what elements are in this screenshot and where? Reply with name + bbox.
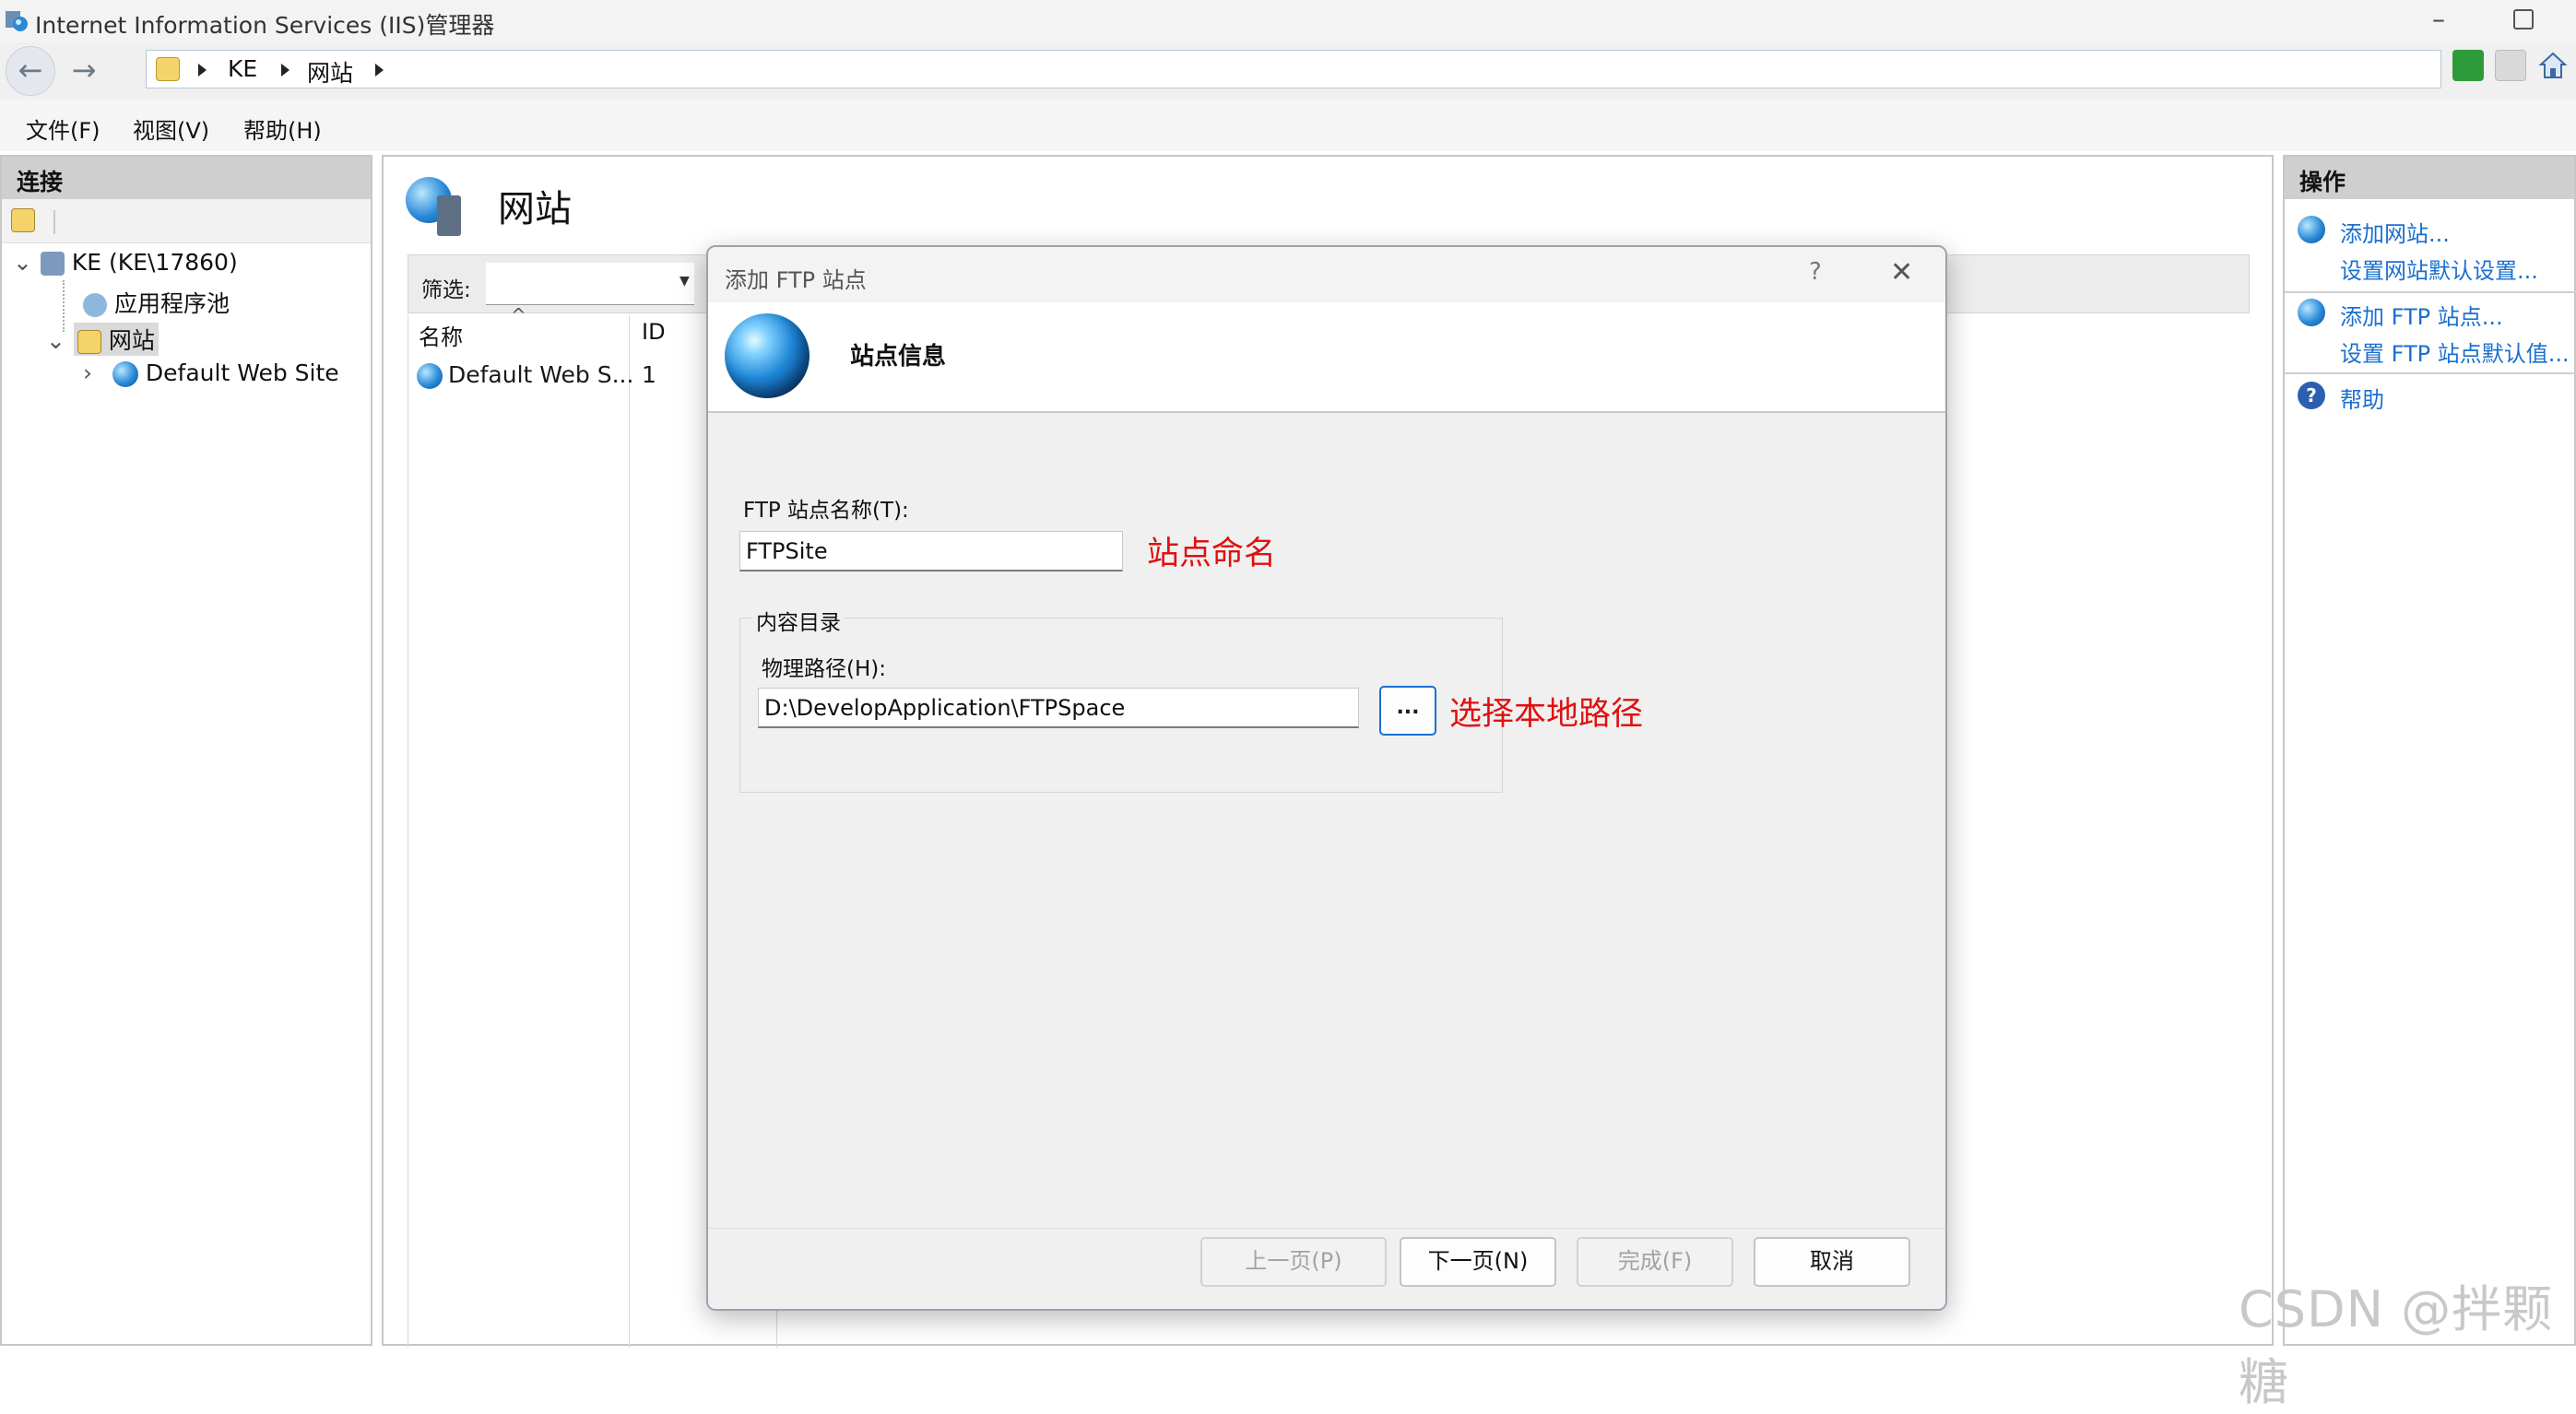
- stop-icon[interactable]: [2495, 50, 2526, 81]
- row-site-id: 1: [642, 361, 656, 388]
- website-globe-icon: [417, 363, 443, 389]
- dialog-title: 添加 FTP 站点: [725, 267, 867, 293]
- browse-button[interactable]: ...: [1379, 686, 1436, 736]
- iis-app-icon: [6, 11, 28, 31]
- action-add-ftp-site[interactable]: 添加 FTP 站点...: [2340, 299, 2503, 331]
- column-header-id[interactable]: ID: [642, 319, 666, 345]
- restore-button[interactable]: [2513, 9, 2534, 29]
- website-globe-icon: [112, 361, 138, 387]
- tree-sites-label: 网站: [108, 327, 155, 354]
- connections-header: 连接: [2, 157, 371, 199]
- websites-header-icon: [406, 177, 467, 238]
- app-pool-icon: [83, 293, 107, 317]
- connections-toolbar: [2, 199, 371, 243]
- window-title: Internet Information Services (IIS)管理器: [35, 12, 495, 39]
- annotation-site-name: 站点命名: [1147, 536, 1277, 572]
- finish-button[interactable]: 完成(F): [1577, 1237, 1733, 1287]
- actions-panel: 操作 添加网站... 设置网站默认设置... 添加 FTP 站点... 设置 F…: [2283, 155, 2576, 1346]
- refresh-connection-icon[interactable]: [2452, 50, 2484, 81]
- chevron-right-icon: ›: [83, 359, 92, 386]
- home-icon[interactable]: [2537, 50, 2569, 81]
- watermark-text: CSDN @拌颗糖: [2239, 1280, 2554, 1411]
- forward-arrow-icon: →: [71, 53, 97, 88]
- sort-ascending-icon: ^: [511, 304, 526, 326]
- dialog-title-bar: 添加 FTP 站点 ? ✕: [708, 247, 1945, 302]
- action-help[interactable]: 帮助: [2340, 382, 2384, 414]
- column-header-name[interactable]: 名称: [419, 319, 463, 351]
- filter-dropdown-icon[interactable]: ▼: [679, 274, 690, 289]
- row-site-name: Default Web S...: [448, 361, 634, 388]
- physical-path-label: 物理路径(H):: [762, 657, 886, 681]
- add-ftp-site-icon: [2298, 299, 2325, 326]
- dialog-help-button[interactable]: ?: [1809, 258, 1822, 286]
- next-button[interactable]: 下一页(N): [1400, 1237, 1556, 1287]
- filter-input[interactable]: [486, 263, 694, 305]
- column-divider: [629, 315, 630, 1348]
- sites-folder-icon: [77, 330, 101, 354]
- breadcrumb-ke[interactable]: KE: [228, 55, 257, 82]
- physical-path-input[interactable]: D:\DevelopApplication\FTPSpace: [758, 688, 1359, 728]
- breadcrumb-separator-icon: [375, 64, 384, 77]
- actions-divider: [2285, 291, 2576, 293]
- dialog-banner: 站点信息: [708, 302, 1945, 413]
- chevron-down-icon: ⌄: [13, 249, 32, 276]
- menu-view[interactable]: 视图(V): [133, 112, 209, 145]
- menu-bar: 文件(F) 视图(V) 帮助(H): [0, 100, 2576, 151]
- forward-button[interactable]: →: [59, 46, 109, 96]
- server-icon: [40, 252, 65, 276]
- content-directory-legend: 内容目录: [752, 605, 845, 636]
- site-name-label: FTP 站点名称(T):: [743, 499, 909, 523]
- tree-default-site-label: Default Web Site: [145, 359, 339, 386]
- back-button[interactable]: ←: [6, 46, 55, 96]
- tree-app-pools-label: 应用程序池: [113, 290, 230, 317]
- dialog-close-button[interactable]: ✕: [1890, 256, 1913, 289]
- action-set-website-defaults[interactable]: 设置网站默认设置...: [2340, 253, 2538, 285]
- actions-header: 操作: [2285, 157, 2574, 199]
- chevron-down-icon: ⌄: [46, 327, 65, 354]
- action-set-ftp-defaults[interactable]: 设置 FTP 站点默认值...: [2340, 336, 2570, 368]
- menu-help[interactable]: 帮助(H): [243, 112, 322, 145]
- actions-divider: [2285, 372, 2576, 374]
- globe-icon: [725, 313, 809, 398]
- annotation-path: 选择本地路径: [1449, 696, 1644, 733]
- menu-file[interactable]: 文件(F): [26, 112, 100, 145]
- filter-label: 筛选:: [421, 278, 471, 302]
- breadcrumb-sites[interactable]: 网站: [307, 55, 353, 88]
- tree-server-row[interactable]: ⌄ KE (KE\17860): [13, 249, 238, 276]
- breadcrumb-separator-icon: [281, 64, 290, 77]
- toolbar-divider: [53, 210, 55, 234]
- address-breadcrumb[interactable]: KE 网站: [146, 50, 2441, 88]
- add-website-icon: [2298, 216, 2325, 243]
- cancel-button[interactable]: 取消: [1754, 1237, 1910, 1287]
- help-icon: ?: [2298, 382, 2325, 409]
- tree-server-label: KE (KE\17860): [71, 249, 238, 276]
- dialog-banner-title: 站点信息: [850, 343, 947, 371]
- tree-sites-row[interactable]: ⌄ 网站: [46, 323, 159, 356]
- connect-icon[interactable]: [11, 208, 35, 232]
- breadcrumb-separator-icon: [198, 64, 207, 77]
- tree-default-site-row[interactable]: › Default Web Site: [83, 359, 339, 387]
- add-ftp-site-dialog: 添加 FTP 站点 ? ✕ 站点信息 FTP 站点名称(T): FTPSite …: [706, 245, 1947, 1311]
- prev-button[interactable]: 上一页(P): [1200, 1237, 1387, 1287]
- window-title-bar: Internet Information Services (IIS)管理器 –: [0, 0, 2576, 42]
- server-folder-icon: [156, 57, 180, 81]
- page-title: 网站: [498, 188, 572, 230]
- back-arrow-icon: ←: [18, 53, 43, 88]
- connections-panel: 连接 ⌄ KE (KE\17860) 应用程序池 ⌄ 网站 › Default …: [0, 155, 372, 1346]
- tree-app-pools-row[interactable]: 应用程序池: [83, 286, 230, 319]
- site-name-input[interactable]: FTPSite: [739, 531, 1123, 571]
- action-add-website[interactable]: 添加网站...: [2340, 216, 2450, 248]
- minimize-button[interactable]: –: [2425, 4, 2452, 34]
